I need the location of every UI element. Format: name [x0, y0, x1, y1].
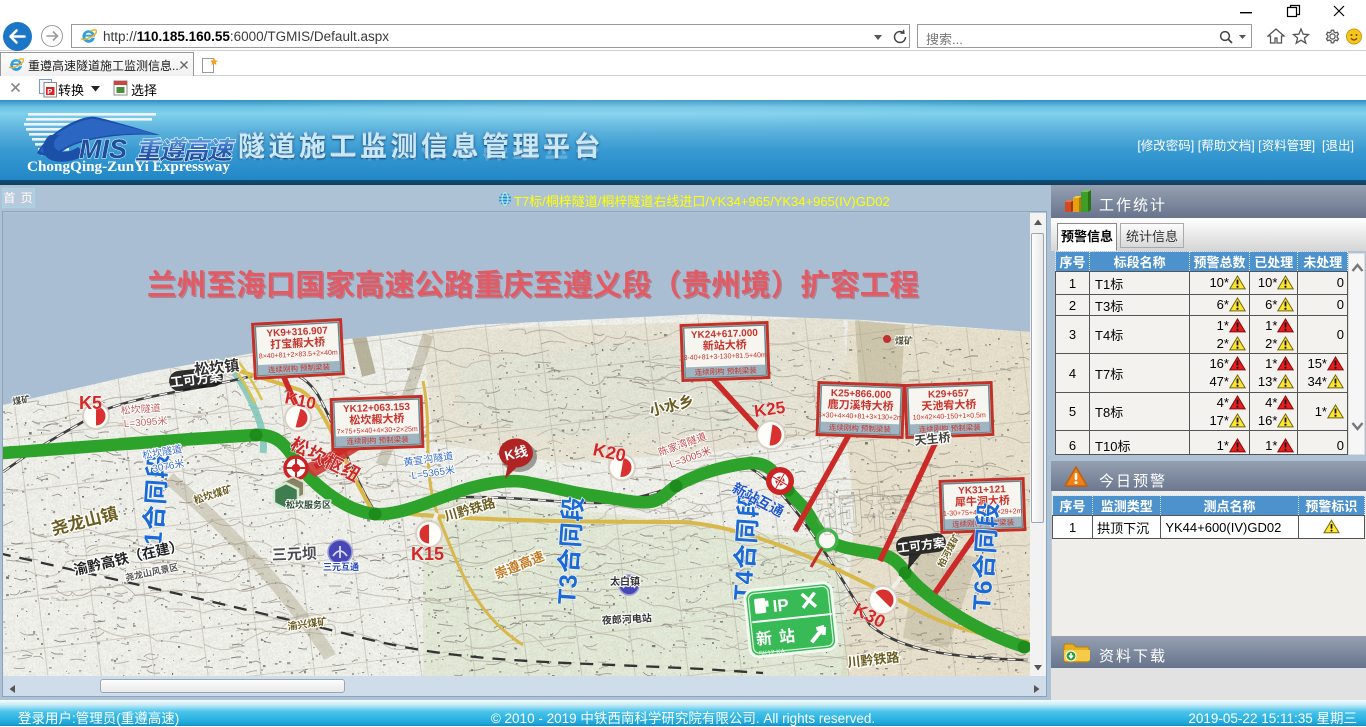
svg-text:三元互通: 三元互通 — [323, 562, 359, 572]
svg-text:煤矿: 煤矿 — [895, 335, 913, 346]
svg-text:桐梓: 桐梓 — [814, 482, 917, 542]
svg-text:太白镇: 太白镇 — [610, 575, 640, 588]
svg-text:ChongQing-ZunYi Expressway: ChongQing-ZunYi Expressway — [27, 158, 230, 174]
svg-text:松坎服务区: 松坎服务区 — [286, 499, 331, 510]
svg-text:三元坝: 三元坝 — [272, 545, 318, 564]
svg-text:K5: K5 — [79, 393, 102, 413]
svg-text:IP: IP — [772, 595, 790, 616]
svg-text:K15: K15 — [411, 544, 444, 564]
svg-text:兰州至海口国家高速公路重庆至遵义段（贵州境）扩容工程: 兰州至海口国家高速公路重庆至遵义段（贵州境）扩容工程 — [147, 269, 919, 302]
svg-text:P: P — [47, 87, 52, 96]
svg-text:新站大桥: 新站大桥 — [703, 337, 747, 353]
